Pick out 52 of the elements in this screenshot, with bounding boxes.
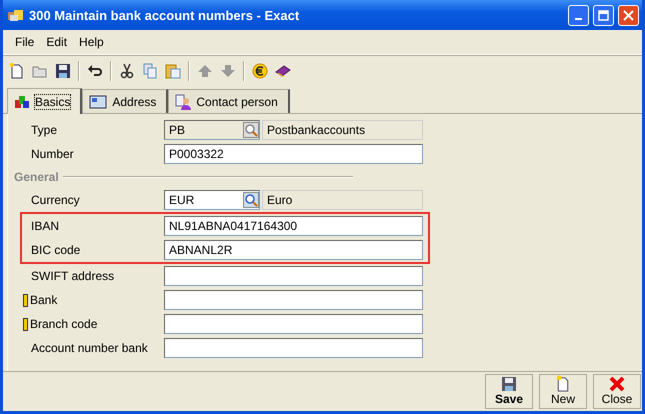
- maximize-icon: [598, 10, 609, 20]
- new-document-icon: [555, 375, 571, 392]
- section-heading: General: [14, 170, 59, 184]
- menu-item[interactable]: File: [9, 35, 40, 49]
- menu-item[interactable]: Help: [73, 35, 110, 49]
- input-field[interactable]: EUR: [164, 190, 260, 210]
- person-icon: [175, 94, 192, 110]
- minimize-icon: [575, 18, 582, 20]
- input-field[interactable]: [164, 266, 423, 286]
- input-field[interactable]: [164, 290, 423, 310]
- maximize-button[interactable]: [593, 4, 614, 26]
- input-field[interactable]: PB: [164, 120, 260, 140]
- copy-icon[interactable]: [142, 63, 158, 79]
- description-field: Postbankaccounts: [262, 120, 423, 140]
- field-label: Currency: [31, 193, 80, 207]
- toolbar-button[interactable]: New: [539, 374, 587, 409]
- input-field[interactable]: P0003322: [164, 144, 423, 164]
- input-field[interactable]: NL91ABNA0417164300: [164, 216, 423, 236]
- blocks-icon: [14, 94, 30, 110]
- lookup-icon[interactable]: [243, 122, 259, 138]
- field-label: Branch code: [30, 317, 98, 331]
- description-field: Euro: [262, 190, 423, 210]
- tab[interactable]: Address: [82, 89, 168, 113]
- new-document-icon[interactable]: [9, 63, 25, 79]
- undo-icon[interactable]: [87, 63, 103, 79]
- toolbar-button[interactable]: Save: [485, 374, 533, 409]
- close-icon: [609, 376, 625, 392]
- field-label: Number: [31, 147, 74, 161]
- scissors-icon[interactable]: [119, 63, 135, 79]
- field-label: Type: [31, 123, 58, 137]
- field-label: Account number bank: [31, 341, 148, 355]
- menu-item[interactable]: Edit: [40, 35, 74, 49]
- book-icon[interactable]: [275, 63, 291, 79]
- field-label: BIC code: [31, 243, 80, 257]
- app-icon: [7, 7, 25, 23]
- tab[interactable]: Basics: [7, 88, 82, 114]
- card-icon: [89, 94, 108, 108]
- lookup-icon[interactable]: [243, 192, 259, 208]
- field-label: Bank: [30, 293, 58, 307]
- tab[interactable]: Contact person: [168, 89, 290, 113]
- toolbar-button[interactable]: Close: [593, 374, 641, 409]
- input-field[interactable]: [164, 314, 423, 334]
- field-label: IBAN: [31, 219, 60, 233]
- clipboard-icon[interactable]: [165, 63, 181, 79]
- field-label: SWIFT address: [31, 269, 114, 283]
- minimize-button[interactable]: [568, 4, 589, 26]
- input-field[interactable]: [164, 338, 423, 358]
- input-field[interactable]: ABNANL2R: [164, 240, 423, 260]
- euro-coin-icon[interactable]: [252, 63, 268, 79]
- close-icon: [623, 10, 634, 20]
- close-button[interactable]: [618, 4, 639, 26]
- window-title: 300 Maintain bank account numbers - Exact: [29, 8, 300, 22]
